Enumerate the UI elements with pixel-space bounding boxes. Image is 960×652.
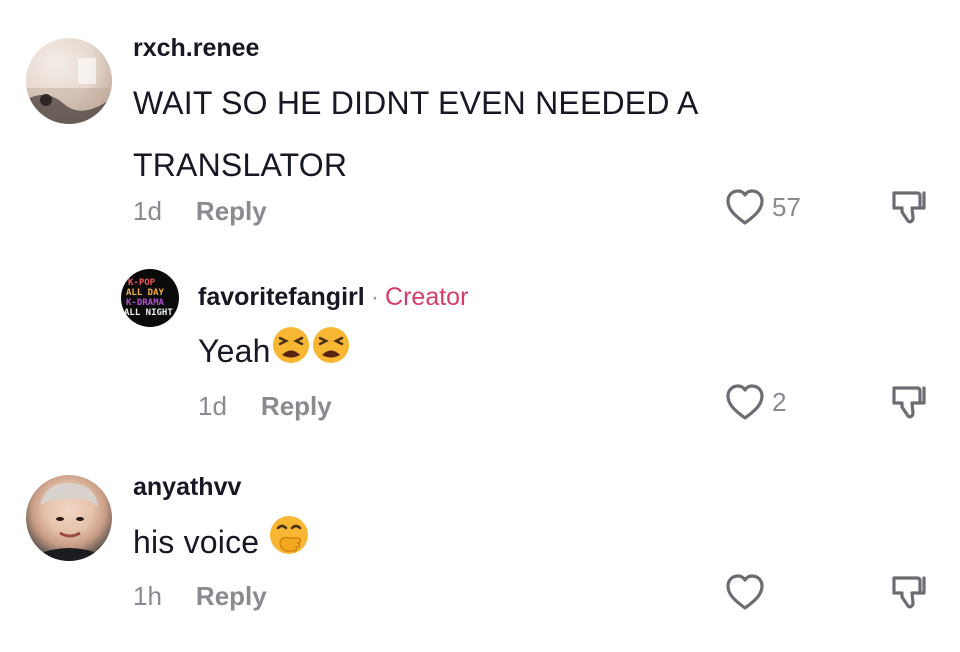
kpop-logo-icon: K-POP ALL DAY K-DRAMA ALL NIGHT	[124, 278, 173, 318]
comment-meta: 1d Reply	[133, 196, 267, 227]
thumbs-down-icon	[892, 576, 926, 609]
svg-text:ALL NIGHT: ALL NIGHT	[124, 308, 173, 318]
like-button[interactable]: 57	[724, 187, 801, 227]
thumbs-down-icon	[892, 386, 926, 419]
comment-text: Yeah	[198, 333, 271, 369]
comment-age: 1d	[198, 391, 227, 421]
reply-button[interactable]: Reply	[196, 581, 267, 611]
comment-meta: 1h Reply	[133, 581, 267, 612]
comment-age: 1d	[133, 196, 162, 226]
svg-text:ALL DAY: ALL DAY	[126, 288, 165, 298]
heart-icon	[726, 574, 764, 610]
dislike-button[interactable]	[888, 188, 928, 233]
reply-button[interactable]: Reply	[261, 391, 332, 421]
separator-dot: ·	[370, 283, 380, 311]
comment-text: WAIT SO HE DIDNT EVEN NEEDED A TRANSLATO…	[133, 85, 697, 183]
like-button[interactable]: 2	[724, 382, 786, 422]
comment-age: 1h	[133, 581, 162, 611]
comment-meta: 1d Reply	[198, 391, 332, 422]
comment-text-row: Yeah	[198, 320, 351, 385]
like-count: 2	[772, 386, 787, 417]
creator-badge: Creator	[385, 283, 469, 311]
dislike-button[interactable]	[888, 383, 928, 428]
thumbs-down-icon	[892, 191, 926, 224]
svg-text:K-DRAMA: K-DRAMA	[126, 298, 165, 308]
face-with-hand-over-mouth-emoji	[268, 514, 310, 576]
reply-button[interactable]: Reply	[196, 196, 267, 226]
reply-username-row: favoritefangirl · Creator	[198, 283, 468, 312]
comment-text-row: his voice	[133, 511, 310, 576]
like-count: 57	[772, 191, 801, 222]
heart-icon	[726, 384, 764, 420]
comment-username[interactable]: favoritefangirl	[198, 283, 365, 311]
svg-text:K-POP: K-POP	[128, 278, 156, 288]
like-button[interactable]	[724, 572, 772, 612]
tired-face-emoji	[271, 323, 311, 385]
heart-icon	[726, 189, 764, 225]
avatar[interactable]	[26, 38, 112, 124]
comment-username[interactable]: anyathvv	[133, 473, 241, 502]
dislike-button[interactable]	[888, 573, 928, 618]
comment-username[interactable]: rxch.renee	[133, 34, 259, 63]
comment-text: his voice	[133, 524, 260, 560]
tired-face-emoji	[311, 323, 351, 385]
creator-avatar[interactable]: K-POP ALL DAY K-DRAMA ALL NIGHT	[121, 269, 179, 327]
avatar[interactable]	[26, 475, 112, 561]
